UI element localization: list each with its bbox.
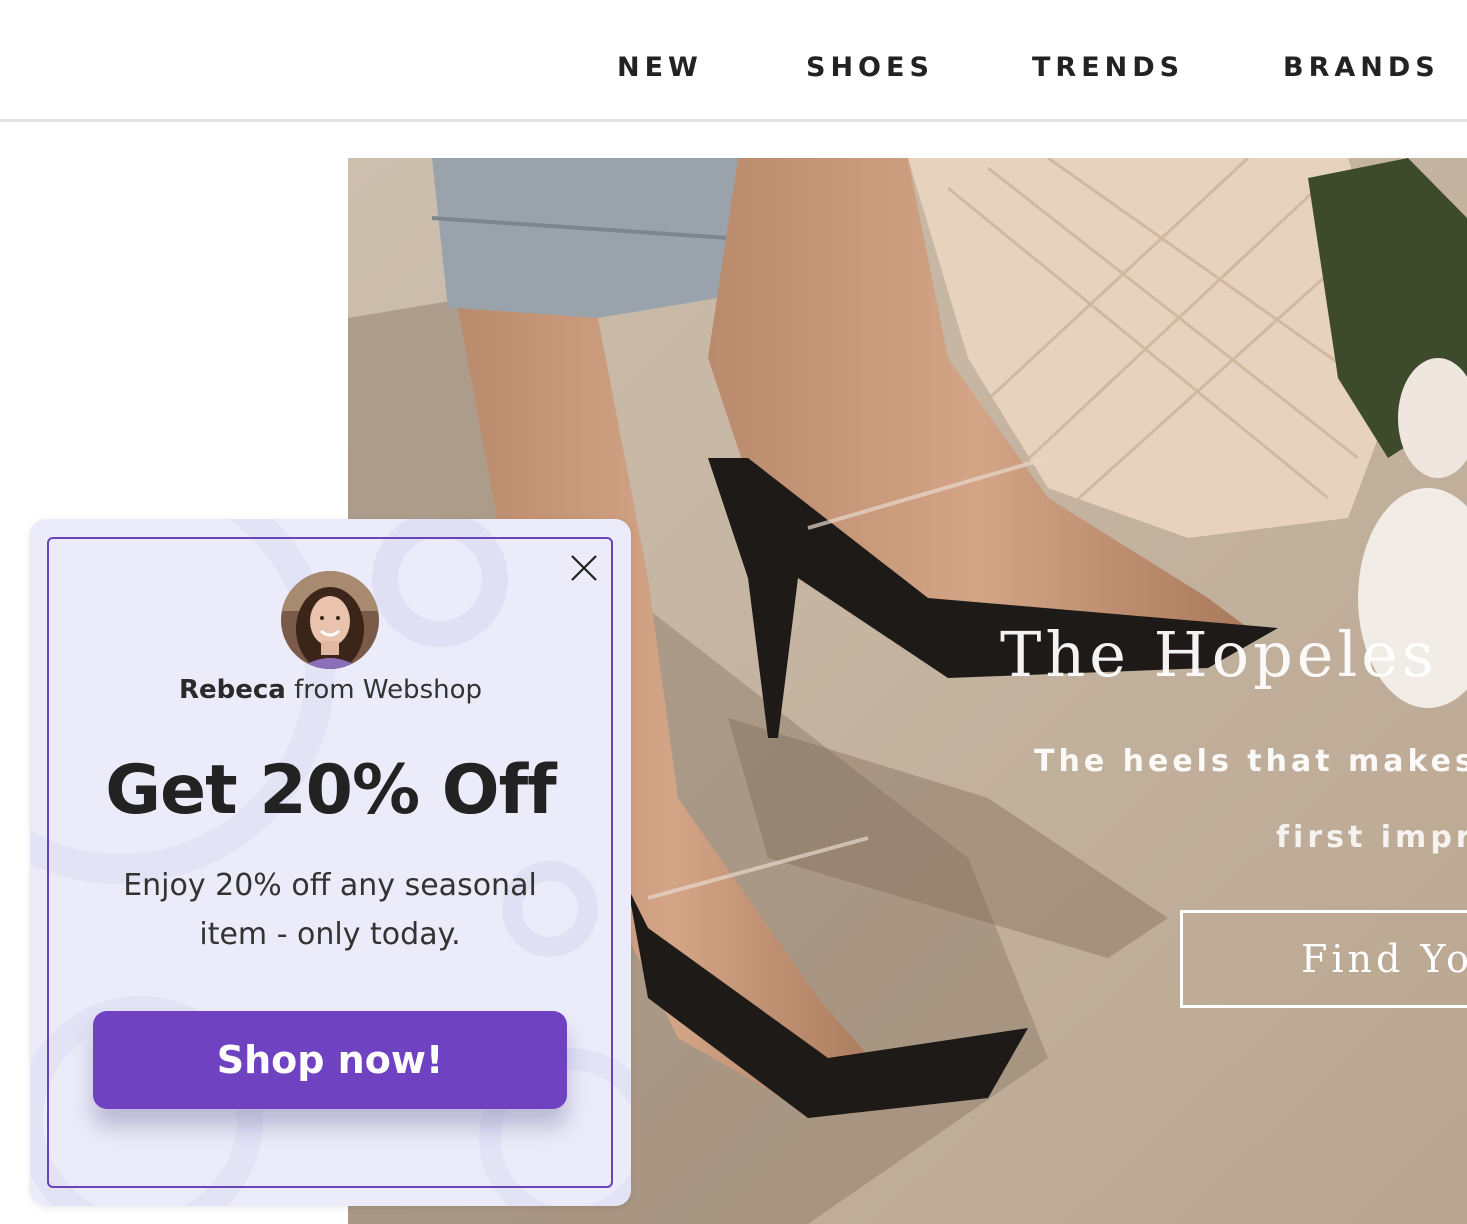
close-icon [571, 555, 597, 581]
hero-subtitle-line-2: first impr [1276, 820, 1467, 855]
shop-now-button[interactable]: Shop now! [93, 1011, 567, 1109]
hero-cta-label: Find Yo [1301, 937, 1467, 981]
nav-item-shoes[interactable]: SHOES [806, 52, 934, 83]
hero-title: The Hopeles [1000, 618, 1438, 691]
sender-name: Rebeca [178, 675, 286, 705]
sender-suffix: from Webshop [285, 675, 482, 705]
nav-item-trends[interactable]: TRENDS [1032, 52, 1184, 83]
hero-subtitle-line-1: The heels that makes [1034, 744, 1467, 779]
avatar [281, 571, 379, 669]
nav-item-brands[interactable]: BRANDS [1283, 52, 1440, 83]
hero-cta-button[interactable]: Find Yo [1180, 910, 1467, 1008]
popup-headline: Get 20% Off [105, 751, 557, 830]
site-header: NEW SHOES TRENDS BRANDS [0, 0, 1467, 122]
promo-popup: Rebeca from Webshop Get 20% Off Enjoy 20… [30, 519, 631, 1206]
close-button[interactable] [568, 552, 600, 584]
sender-line: Rebeca from Webshop [30, 675, 631, 705]
avatar-image [281, 571, 379, 669]
popup-description: Enjoy 20% off any seasonal item - only t… [123, 868, 537, 952]
nav-item-new[interactable]: NEW [617, 52, 703, 83]
